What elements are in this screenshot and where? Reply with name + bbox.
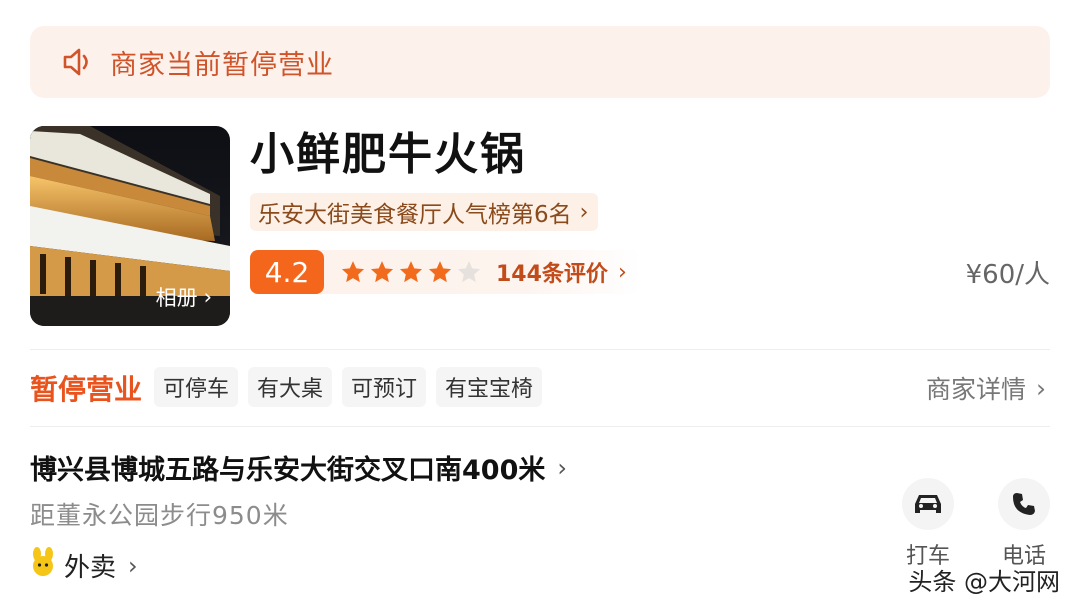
album-button[interactable]: 相册 › [156,282,212,312]
notice-text: 商家当前暂停营业 [110,49,334,81]
address-link[interactable]: 博兴县博城五路与乐安大街交叉口南400米 › [30,448,567,487]
facility-tag: 有宝宝椅 [436,367,543,407]
facility-tag: 有大桌 [248,367,333,407]
chevron-right-icon: › [1036,373,1046,403]
address-text: 博兴县博城五路与乐安大街交叉口南400米 [30,455,546,486]
reviews-link[interactable]: 144条评价 [496,256,608,288]
merchant-detail-label: 商家详情 [925,375,1026,404]
star-icon [370,261,394,283]
facility-tags: 可停车 有大桌 可预订 有宝宝椅 [154,367,543,407]
divider [30,349,1050,350]
car-icon [902,478,954,530]
star-icon [399,261,423,283]
facility-tag: 可停车 [154,367,239,407]
star-icon [341,261,365,283]
merchant-detail-link[interactable]: 商家详情 › [926,370,1046,406]
shop-card: 商家当前暂停营业 相册 › 小鲜肥牛火锅 乐安大街美食餐厅人气榜第6名 › 4.… [0,0,1080,612]
price-per-person: ¥60/人 [965,260,1050,290]
distance-text: 距董永公园步行950米 [30,501,289,530]
chevron-right-icon: › [203,285,212,309]
watermark: 头条 @大河网 [908,568,1060,596]
shop-photo[interactable]: 相册 › [30,126,230,326]
phone-button[interactable]: 电话 [994,478,1054,570]
star-rating [340,259,482,285]
closed-notice-banner: 商家当前暂停营业 [30,26,1050,98]
chevron-right-icon: › [128,551,138,580]
rating-row[interactable]: 4.2 144条评价 › [250,250,641,294]
chevron-right-icon: › [557,453,567,482]
speaker-icon [58,43,96,81]
rating-score: 4.2 [250,250,324,294]
business-status: 暂停营业 [30,373,143,406]
album-label: 相册 [155,286,198,310]
chevron-right-icon: › [579,199,589,225]
bunny-icon [30,547,56,584]
phone-icon [998,478,1050,530]
delivery-link[interactable]: 外卖 › [30,547,138,584]
facility-tag: 可预订 [342,367,427,407]
chevron-right-icon: › [617,259,627,285]
shop-name: 小鲜肥牛火锅 [250,129,526,180]
divider [30,426,1050,427]
star-icon [428,261,452,283]
delivery-label: 外卖 [64,553,117,583]
star-empty-icon [457,261,481,283]
ranking-badge[interactable]: 乐安大街美食餐厅人气榜第6名 › [250,193,599,231]
ranking-label: 乐安大街美食餐厅人气榜第6名 [258,202,572,228]
taxi-button[interactable]: 打车 [898,478,958,570]
